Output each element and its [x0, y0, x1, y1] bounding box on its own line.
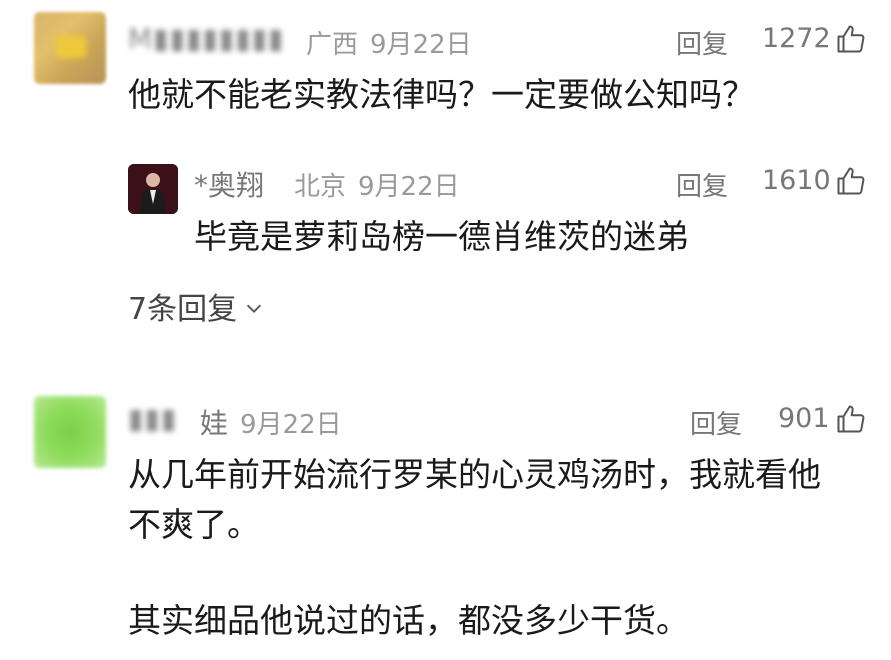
avatar[interactable]	[34, 12, 106, 84]
comment-date: 9月22日	[358, 172, 460, 202]
more-replies-button[interactable]: 7条回复	[128, 284, 265, 328]
reply-text: 毕竟是萝莉岛榜一德肖维茨的迷弟	[194, 217, 689, 256]
thumbs-up-icon[interactable]	[836, 404, 866, 434]
like-count: 901	[778, 403, 830, 434]
reply-button[interactable]: 回复	[676, 24, 728, 61]
thumbs-up-icon[interactable]	[836, 166, 866, 196]
comment-date: 9月22日	[370, 30, 472, 60]
reply-button[interactable]: 回复	[676, 166, 728, 203]
location: 北京	[294, 172, 347, 202]
reply-button[interactable]: 回复	[690, 404, 742, 441]
comment-text: 他就不能老实教法律吗？一定要做公知吗？	[128, 75, 755, 114]
comment-text-line: 不爽了。	[128, 505, 260, 544]
avatar[interactable]	[128, 164, 178, 214]
username[interactable]: M▮▮▮▮▮▮▮▮	[128, 22, 284, 55]
avatar[interactable]	[34, 396, 106, 468]
username[interactable]: ▮▮▮	[128, 402, 177, 435]
comment-text-line: 其实细品他说过的话，都没多少干货。	[128, 601, 689, 640]
more-replies-label: 7条回复	[128, 292, 238, 327]
chevron-down-icon	[247, 304, 262, 313]
username-visible: 娃	[200, 407, 229, 440]
like-count: 1610	[762, 165, 831, 196]
comment-date: 9月22日	[240, 410, 342, 440]
thumbs-up-icon[interactable]	[836, 24, 866, 54]
like-count: 1272	[762, 23, 831, 54]
comment-text-line: 从几年前开始流行罗某的心灵鸡汤时，我就看他	[128, 455, 821, 494]
username[interactable]: *奥翔	[194, 164, 264, 204]
location: 广西	[306, 30, 359, 60]
